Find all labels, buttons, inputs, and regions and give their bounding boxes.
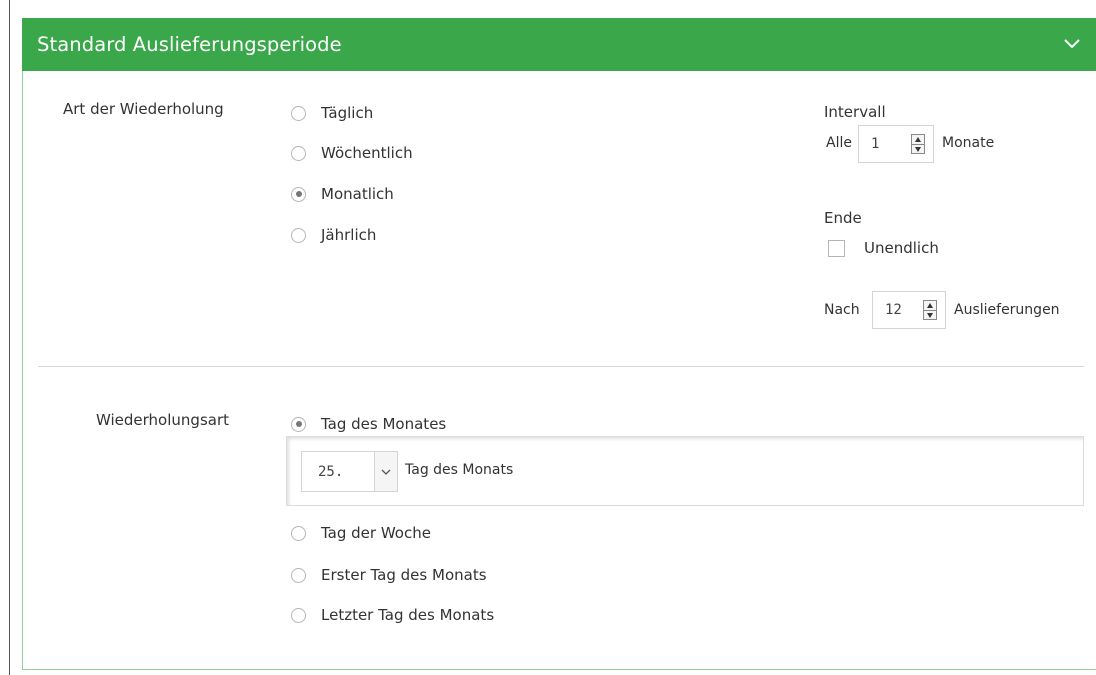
interval-value: 1 [871,136,880,152]
radio-jaehrlich[interactable]: Jährlich [291,226,376,244]
radio-label: Tag der Woche [321,524,431,542]
radio-letzter-tag[interactable]: Letzter Tag des Monats [291,606,494,624]
radio-monatlich[interactable]: Monatlich [291,185,394,203]
interval-stepper[interactable]: 1 [858,125,934,163]
radio-circle [291,145,306,161]
chevron-down-icon[interactable] [1062,33,1082,53]
checkbox-label: Unendlich [864,239,939,257]
radio-label: Wöchentlich [321,144,413,162]
day-select-value: 25. [318,463,344,480]
end-after-prefix: Nach [824,302,860,318]
end-after-suffix: Auslieferungen [954,302,1060,318]
stepper-arrows-icon[interactable] [923,300,937,320]
panel-header[interactable]: Standard Auslieferungsperiode [22,18,1096,71]
radio-label: Tag des Monates [321,415,447,433]
radio-taeglich[interactable]: Täglich [291,104,373,122]
section-divider [38,366,1084,367]
repeat-type-label: Art der Wiederholung [63,100,224,118]
end-after-value: 12 [885,302,902,318]
select-arrow[interactable] [374,452,397,491]
checkbox-box [828,239,845,257]
radio-tag-des-monates[interactable]: Tag des Monates [291,415,446,433]
interval-suffix: Monate [942,135,995,151]
radio-circle [291,186,306,202]
radio-label: Erster Tag des Monats [321,566,487,584]
radio-label: Monatlich [321,185,394,203]
end-after-stepper[interactable]: 12 [872,291,946,329]
radio-circle [291,227,306,243]
window-edge [9,0,10,675]
radio-circle [291,525,306,541]
interval-prefix: Alle [826,135,852,151]
interval-heading: Intervall [824,103,886,121]
radio-circle [291,105,306,121]
stepper-arrows-icon[interactable] [911,134,925,154]
radio-label: Letzter Tag des Monats [321,606,495,624]
radio-tag-der-woche[interactable]: Tag der Woche [291,524,431,542]
radio-circle [291,607,306,623]
panel-title: Standard Auslieferungsperiode [37,33,342,56]
radio-circle [291,567,306,583]
radio-label: Täglich [321,104,374,122]
day-select-suffix: Tag des Monats [405,462,514,478]
end-heading: Ende [824,209,862,227]
radio-label: Jährlich [321,226,377,244]
radio-erster-tag[interactable]: Erster Tag des Monats [291,566,487,584]
radio-circle [291,416,306,432]
chevron-down-icon [381,469,391,475]
repetition-mode-label: Wiederholungsart [96,411,229,429]
day-select[interactable]: 25. [301,451,398,492]
end-infinite-checkbox[interactable]: Unendlich [828,239,939,257]
radio-woechentlich[interactable]: Wöchentlich [291,144,413,162]
